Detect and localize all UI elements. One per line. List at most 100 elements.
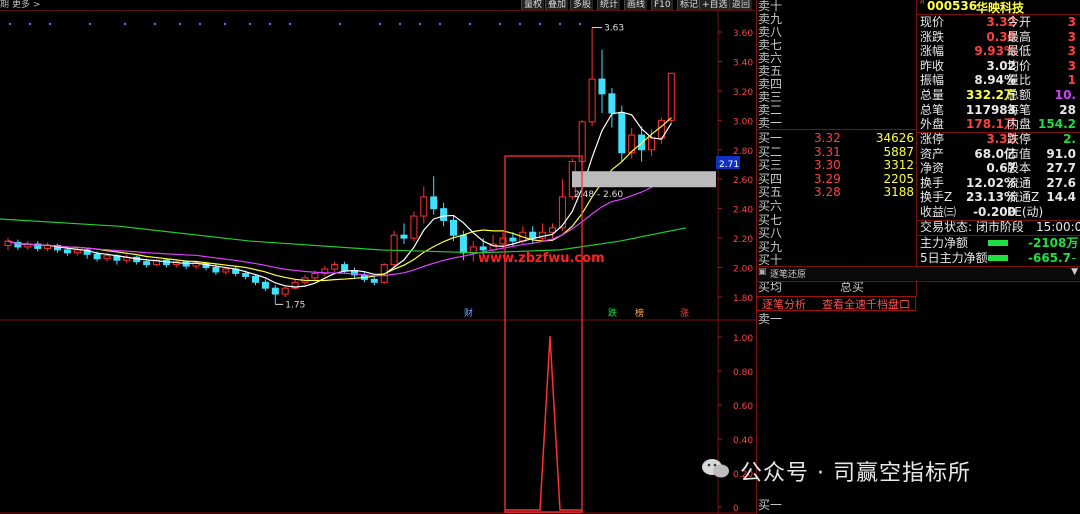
more-menu[interactable]: 更多 >: [12, 0, 40, 10]
candle-body: [410, 215, 418, 239]
sub-axis-label: 1.00: [733, 334, 753, 344]
quote-value: 14.4: [1046, 190, 1076, 205]
flow-bar: [988, 254, 1008, 261]
candle-body: [618, 112, 626, 154]
sep-sell-buy: [756, 129, 916, 130]
period-label: 期: [0, 0, 10, 10]
candle-body: [63, 249, 71, 254]
tick-header: ▣ 逐笔还原 ▼: [758, 267, 1080, 280]
signal-dot: [268, 22, 272, 26]
candle-body: [400, 234, 408, 239]
wechat-icon: [700, 455, 730, 481]
quote-key: 涨停: [920, 132, 945, 146]
buy-level-10: 买十: [758, 253, 783, 268]
expand-icon[interactable]: ▣: [758, 267, 767, 277]
quote-row: 涨幅 9.93%: [920, 44, 1020, 59]
signal-dot: [123, 22, 127, 26]
buy-label: 买五: [758, 185, 783, 200]
quote-left: 现价 3.32 涨跌 0.30 涨幅 9.93% 昨收 3.02 振幅 8.94% 总量 332.2万…: [920, 15, 1020, 132]
signal-dot: [538, 22, 542, 26]
quote-key: 涨跌: [920, 29, 945, 44]
quote-key: 股本: [1007, 161, 1032, 176]
toolbar-button-0[interactable]: 量权: [521, 0, 545, 10]
event-marker[interactable]: 跌: [608, 308, 617, 319]
quote-row: 跌停 2.: [1007, 132, 1080, 147]
toolbar-button-4[interactable]: 画线: [624, 0, 648, 10]
signal-dot: [178, 22, 182, 26]
signal-dot: [578, 22, 582, 26]
toolbar-button-6[interactable]: 标记: [677, 0, 701, 10]
high-label: 3.63: [604, 24, 624, 34]
capital-flows: 主力净额-2108万-5日主力净额-665.7万-: [920, 236, 1080, 279]
flow-extra: -: [1071, 250, 1076, 265]
total-label: 总买: [840, 280, 865, 294]
sep-tick2: [756, 281, 1080, 282]
dropdown-icon[interactable]: ▼: [1071, 267, 1078, 277]
quote-value: 3: [1067, 58, 1076, 73]
tick-title: 逐笔还原: [770, 270, 807, 280]
signal-dot: [498, 22, 502, 26]
quote-row: 最高 3: [1007, 30, 1080, 45]
buy-volume: 3188: [883, 185, 914, 200]
toolbar-button-3[interactable]: 统计: [597, 0, 621, 10]
quote-key: 昨收: [920, 58, 945, 73]
candle-body: [648, 137, 655, 151]
price-axis-label: 2.00: [733, 265, 753, 275]
price-axis-label: 3.00: [733, 117, 753, 127]
limit-left: 涨停 3.32 资产 68.0亿 净资 0.67 换手 12.02% 换手Z 23.13% 收益㈢ -…: [920, 132, 1020, 220]
candle-body: [549, 227, 556, 233]
signal-dot: [378, 22, 382, 26]
kline-chart[interactable]: 3.60 3.40 3.20 3.00 2.80 2.60 2.40 2.20 2.00 1.80…: [0, 10, 756, 514]
quote-row: 每笔 28: [1007, 103, 1080, 118]
toolbar-button-8[interactable]: 返回: [729, 0, 753, 10]
buy-level-5: 买五 3.28 3188: [758, 185, 916, 199]
candle-body: [459, 234, 467, 254]
quote-row: 量比 1: [1007, 73, 1080, 88]
buy-label: 买二: [758, 144, 783, 159]
sub-axis-label: 0.40: [733, 436, 753, 446]
quote-key: 外盘: [920, 117, 945, 132]
stock-code[interactable]: 000536: [927, 0, 977, 13]
signal-dot: [288, 22, 292, 26]
candle-body: [420, 196, 428, 217]
quote-key: 收益㈢: [920, 204, 957, 219]
toolbar-button-2[interactable]: 多股: [570, 0, 594, 10]
candle-body: [598, 78, 606, 95]
quote-row: 收益㈢ -0.200: [920, 205, 1020, 220]
candle-body: [222, 268, 230, 273]
event-marker[interactable]: 榜: [635, 307, 644, 319]
sub-axis-label: 0.80: [733, 368, 753, 378]
quote-value: 1: [1067, 73, 1076, 88]
toolbar-button-1[interactable]: 叠加: [545, 0, 569, 10]
quote-row: 均价 3: [1007, 59, 1080, 74]
buy-level-4: 买四 3.29 2205: [758, 172, 916, 186]
quote-key: 流通Z: [1007, 190, 1040, 205]
toolbar-button-7[interactable]: +自选: [699, 0, 730, 10]
price-axis-label: 3.40: [733, 58, 753, 68]
low-label: 1.75: [285, 300, 305, 310]
quote-row: 市值 91.0: [1007, 147, 1080, 162]
full-depth-link[interactable]: 查看全速千档盘口: [822, 296, 910, 312]
quote-value: 3: [1067, 29, 1076, 44]
price-axis-label: 2.80: [733, 147, 753, 157]
signal-dot: [558, 22, 562, 26]
quote-value: 28: [1059, 102, 1076, 117]
quote-key: 均价: [1007, 58, 1032, 73]
quote-key: 市值: [1007, 146, 1032, 161]
signal-dot: [153, 22, 157, 26]
buy-level-3: 买三 3.30 3312: [758, 158, 916, 172]
quote-key: 净资: [920, 161, 945, 176]
event-marker[interactable]: 财: [464, 307, 473, 319]
candle-body: [341, 264, 349, 272]
quote-row: 总额 10.: [1007, 88, 1080, 103]
buy-level-1: 买一 3.32 34626: [758, 131, 916, 145]
flow-row-0: 主力净额 -2108万 -: [920, 236, 1080, 251]
event-marker[interactable]: 涨: [680, 308, 689, 319]
tick-analysis-link[interactable]: 逐笔分析: [762, 296, 806, 312]
candle-body: [73, 249, 81, 254]
quote-value: 27.7: [1046, 161, 1076, 176]
quote-key: 换手: [920, 175, 945, 190]
panel-divider: [756, 0, 757, 514]
buy-price: 3.28: [814, 185, 841, 200]
toolbar-button-5[interactable]: F10: [651, 0, 673, 10]
